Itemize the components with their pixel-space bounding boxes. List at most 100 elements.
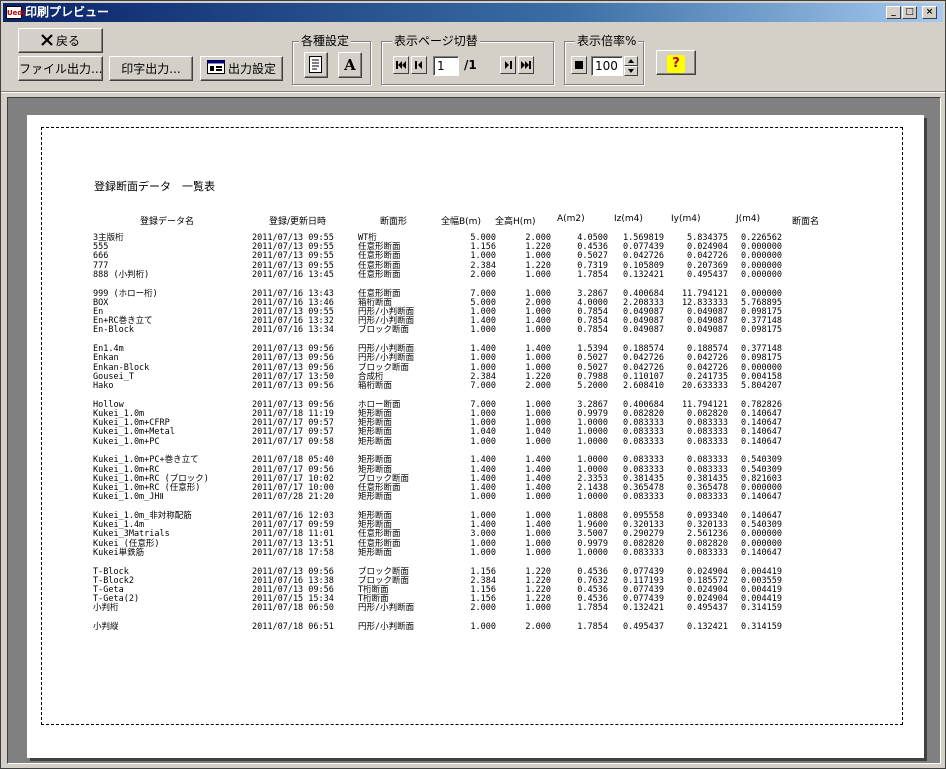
width-cell: 1.000	[470, 622, 496, 633]
minimize-button[interactable]: _	[886, 6, 901, 19]
data-name-cell: 888 (小判桁)	[93, 269, 150, 280]
width-cell: 1.000	[470, 436, 496, 447]
prev-page-icon	[415, 61, 422, 69]
zoom-spinner[interactable]	[624, 56, 638, 76]
iy-cell: 20.633333	[681, 381, 728, 391]
height-cell: 1.000	[525, 603, 551, 614]
zoom-group-label: 表示倍率%	[575, 34, 639, 48]
print-area-border: 登録断面データ 一覧表 登録データ名 登録/更新日時 断面形 全幅B(m) 全高…	[41, 127, 903, 725]
height-cell: 1.000	[525, 325, 551, 336]
help-button[interactable]: ?	[656, 50, 696, 75]
datetime-cell: 2011/07/17 09:58	[252, 436, 334, 447]
zoom-up-button[interactable]	[624, 56, 638, 66]
j-cell: 0.314159	[741, 622, 782, 633]
close-button[interactable]: ×	[922, 6, 937, 19]
print-output-button[interactable]: 印字出力...	[109, 56, 193, 81]
settings-window-icon	[206, 58, 225, 81]
j-cell: 0.314159	[741, 603, 782, 614]
section-shape-cell: ブロック断面	[358, 325, 410, 336]
last-page-icon	[521, 61, 531, 69]
width-cell: 2.000	[470, 603, 496, 614]
font-a-icon: A	[344, 56, 356, 74]
height-cell: 1.000	[525, 547, 551, 558]
section-shape-cell: 矩形断面	[358, 547, 393, 558]
datetime-cell: 2011/07/18 06:50	[252, 603, 334, 614]
width-cell: 2.000	[470, 269, 496, 280]
iz-cell: 0.083333	[623, 547, 664, 558]
font-settings-button[interactable]: A	[338, 52, 362, 78]
iz-cell: 0.132421	[623, 603, 664, 614]
arrow-up-icon	[628, 59, 634, 63]
output-settings-button[interactable]: 出力設定	[200, 56, 283, 81]
output-settings-label: 出力設定	[227, 62, 276, 76]
section-shape-cell: 任意形断面	[358, 269, 401, 280]
preview-viewport[interactable]: 登録断面データ 一覧表 登録データ名 登録/更新日時 断面形 全幅B(m) 全高…	[7, 97, 941, 764]
page-total-label: /1	[464, 58, 477, 72]
prev-page-button[interactable]	[411, 56, 427, 74]
area-cell: 1.0000	[577, 547, 608, 558]
datetime-cell: 2011/07/16 13:34	[252, 325, 334, 336]
x-mark-icon	[41, 30, 53, 53]
section-shape-cell: 矩形断面	[358, 436, 393, 447]
first-page-icon	[396, 61, 406, 69]
header-height: 全高H(m)	[495, 217, 536, 227]
datetime-cell: 2011/07/28 21:20	[252, 492, 334, 503]
back-button[interactable]: 戻る	[18, 28, 103, 53]
area-cell: 1.7854	[577, 603, 608, 614]
maximize-button[interactable]: □	[902, 6, 917, 19]
last-page-button[interactable]	[518, 56, 534, 74]
page-number-input[interactable]: 1	[433, 56, 459, 76]
iz-cell: 0.083333	[623, 436, 664, 447]
table-row: 小判縦 2011/07/18 06:51 円形/小判断面 1.000 2.000 1.78…	[42, 622, 902, 632]
iy-cell: 0.132421	[687, 622, 728, 633]
area-cell: 5.2000	[577, 381, 608, 391]
table-row: 小判桁 2011/07/18 06:50 円形/小判断面 2.000 1.000 1.78…	[42, 603, 902, 613]
iy-cell: 0.083333	[687, 492, 728, 503]
document-title: 登録断面データ 一覧表	[94, 180, 215, 193]
j-cell: 5.804207	[741, 381, 782, 391]
page-setup-button[interactable]	[304, 52, 328, 78]
iy-cell: 0.083333	[687, 436, 728, 447]
iy-cell: 0.495437	[687, 269, 728, 280]
iy-cell: 0.495437	[687, 603, 728, 614]
j-cell: 0.140647	[741, 492, 782, 503]
j-cell: 0.140647	[741, 436, 782, 447]
datetime-cell: 2011/07/16 13:45	[252, 269, 334, 280]
iy-cell: 0.049087	[687, 325, 728, 336]
zoom-group: 表示倍率% 100	[564, 34, 644, 85]
height-cell: 1.000	[525, 269, 551, 280]
width-cell: 7.000	[470, 381, 496, 391]
area-cell: 1.7854	[577, 269, 608, 280]
first-page-button[interactable]	[393, 56, 409, 74]
section-shape-cell: 矩形断面	[358, 492, 393, 503]
section-shape-cell: 円形/小判断面	[358, 603, 415, 614]
datetime-cell: 2011/07/13 09:56	[252, 381, 334, 391]
area-cell: 1.0000	[577, 436, 608, 447]
table-row: Kukei単鉄筋 2011/07/18 17:58 矩形断面 1.000 1.000 1.…	[42, 548, 902, 558]
title-bar[interactable]: Ueda 印刷プレビュー _ □ ×	[3, 3, 943, 22]
width-cell: 1.000	[470, 547, 496, 558]
arrow-down-icon	[628, 69, 634, 73]
stop-square-icon	[575, 61, 583, 69]
height-cell: 1.000	[525, 436, 551, 447]
preview-page: 登録断面データ 一覧表 登録データ名 登録/更新日時 断面形 全幅B(m) 全高…	[27, 115, 924, 758]
zoom-reset-button[interactable]	[571, 56, 587, 74]
print-preview-window: Ueda 印刷プレビュー _ □ × 戻る ファイル出力... 印字出力... …	[0, 0, 946, 769]
next-page-button[interactable]	[500, 56, 516, 74]
zoom-input[interactable]: 100	[591, 56, 623, 76]
header-area: A(m2)	[557, 214, 585, 224]
header-iy: Iy(m4)	[671, 214, 701, 224]
data-name-cell: 小判縦	[93, 622, 119, 633]
height-cell: 2.000	[525, 381, 551, 391]
file-output-button[interactable]: ファイル出力...	[18, 56, 103, 81]
area-cell: 1.0000	[577, 492, 608, 503]
header-iz: Iz(m4)	[614, 214, 643, 224]
back-label: 戻る	[55, 34, 80, 48]
table-row: En-Block 2011/07/16 13:34 ブロック断面 1.000 1.000…	[42, 325, 902, 335]
app-logo-icon[interactable]: Ueda	[6, 6, 27, 19]
zoom-down-button[interactable]	[624, 66, 638, 76]
table-row: Kukei_1.0m_JHⅡ 2011/07/28 21:20 矩形断面 1.000 1…	[42, 492, 902, 502]
help-icon: ?	[667, 55, 685, 73]
iz-cell: 2.608410	[623, 381, 664, 391]
datetime-cell: 2011/07/18 17:58	[252, 547, 334, 558]
